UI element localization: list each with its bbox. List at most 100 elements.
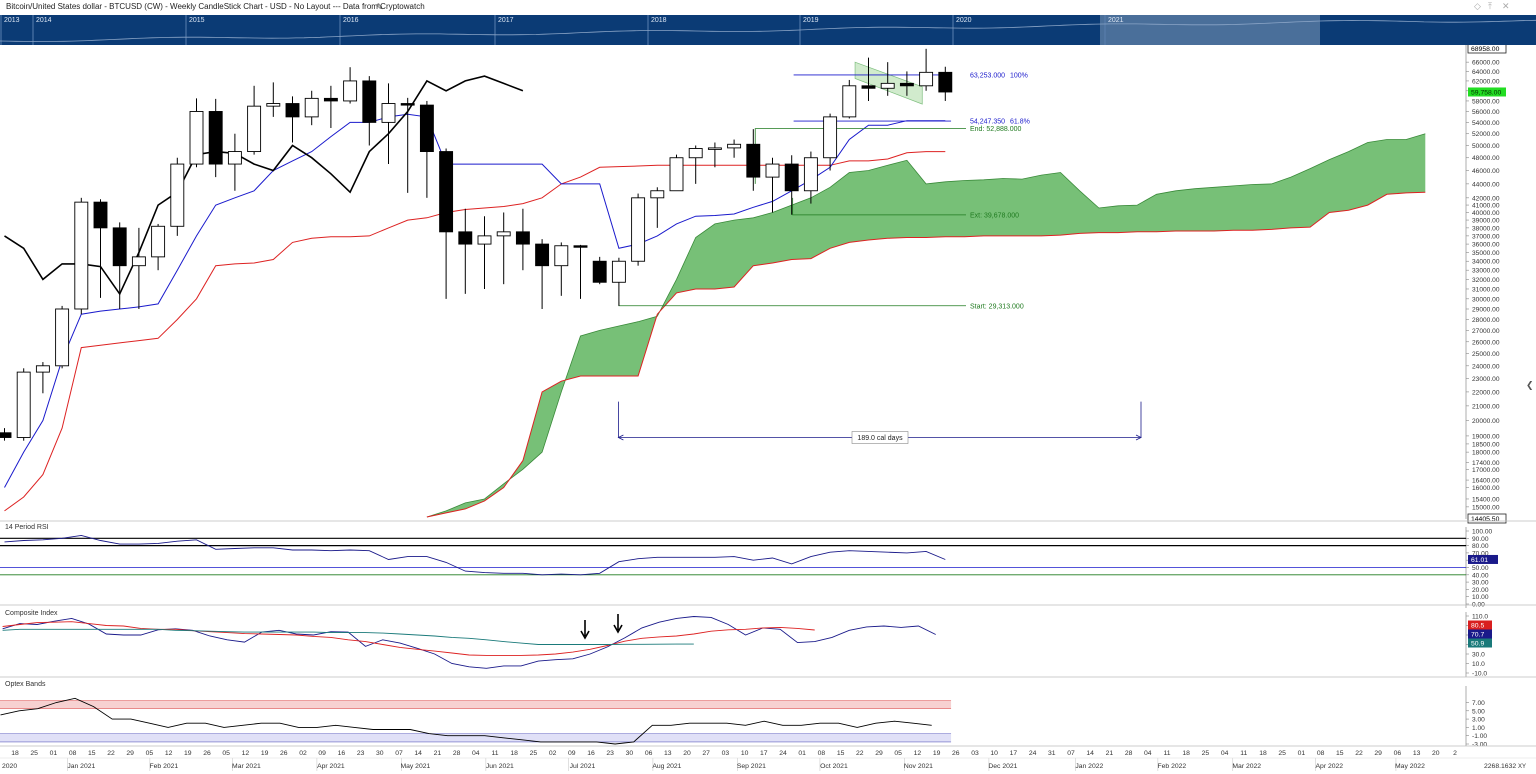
price-tick-label: 52000.00 <box>1472 131 1500 138</box>
candle[interactable] <box>0 428 12 441</box>
diamond-icon[interactable]: ◇ <box>1474 1 1481 12</box>
price-axis: 66000.0064000.0062000.0060000.0058000.00… <box>1465 45 1507 524</box>
candle[interactable] <box>631 193 646 266</box>
candle[interactable] <box>304 90 319 126</box>
navigator-year-label: 2019 <box>803 17 819 24</box>
candle[interactable] <box>650 187 665 228</box>
date-axis-week-label: 02 <box>299 750 307 757</box>
candle[interactable] <box>439 148 454 299</box>
date-axis-week-label: 04 <box>1221 750 1229 757</box>
candle[interactable] <box>419 100 434 198</box>
candle[interactable] <box>189 98 204 168</box>
date-axis-week-label: 22 <box>856 750 864 757</box>
candle[interactable] <box>227 133 242 191</box>
date-axis-week-label: 26 <box>203 750 211 757</box>
xy-toggle-icon[interactable]: XY <box>1518 764 1526 770</box>
projection-start-line[interactable] <box>618 301 966 307</box>
price-tick-label: 24000.00 <box>1472 363 1500 370</box>
navigator-year-label: 2021 <box>1108 17 1124 24</box>
candle-body-up <box>227 151 242 165</box>
candle-body-up <box>803 157 818 192</box>
pencil-icon[interactable]: ✎ <box>376 2 384 13</box>
candle[interactable] <box>170 157 185 236</box>
candle[interactable] <box>554 242 569 296</box>
date-axis-month-label: 2020 <box>2 763 17 770</box>
candle[interactable] <box>477 216 492 289</box>
date-axis-week-label: 07 <box>395 750 403 757</box>
candle[interactable] <box>938 66 953 101</box>
candle[interactable] <box>362 76 377 146</box>
navigator-year-label: 2020 <box>956 17 972 24</box>
pane-tick-label: 7.00 <box>1472 700 1485 707</box>
candle-body-up <box>343 80 358 102</box>
chart-area[interactable]: 63,253.000 100% 54,247.350 61.8% Start: 29,3… <box>0 45 1536 774</box>
date-axis-week-label: 13 <box>664 750 672 757</box>
price-tick-label: 28000.00 <box>1472 317 1500 324</box>
candle-body-up <box>727 143 742 149</box>
close-icon[interactable]: ✕ <box>1502 1 1510 12</box>
candle[interactable] <box>74 197 89 315</box>
pin-icon[interactable]: ⤒ <box>1488 1 1492 12</box>
composite-value-label: 80.5 <box>1471 623 1484 630</box>
date-axis-week-label: 08 <box>1317 750 1325 757</box>
candle[interactable] <box>823 113 838 171</box>
candle-body-up <box>151 225 166 258</box>
candle[interactable] <box>35 362 50 394</box>
candle[interactable] <box>535 239 550 309</box>
candle[interactable] <box>343 67 358 104</box>
date-axis-corner-value: 2268.1632 <box>1484 763 1516 770</box>
price-tick-label: 46000.00 <box>1472 168 1500 175</box>
collapse-panel-icon[interactable]: ❮ <box>1526 380 1536 394</box>
down-arrow-annotation[interactable] <box>613 614 623 634</box>
date-axis-month-label: Sep 2021 <box>737 763 766 770</box>
price-tick-label: 17000.00 <box>1472 467 1500 474</box>
rsi-value-label: 61.01 <box>1471 557 1488 564</box>
candle[interactable] <box>381 83 396 165</box>
candle[interactable] <box>515 208 530 271</box>
candle[interactable] <box>688 145 703 184</box>
down-arrow-annotation[interactable] <box>580 620 590 640</box>
price-tick-label: 21000.00 <box>1472 403 1500 410</box>
candle[interactable] <box>611 257 626 306</box>
navigator-selection[interactable] <box>1100 15 1320 45</box>
candle-body-down <box>458 231 473 245</box>
price-tick-label: 38000.00 <box>1472 225 1500 232</box>
time-navigator[interactable]: 2013 2014 2015 2016 2017 2018 2019 2020 2021 <box>0 15 1536 45</box>
candle[interactable] <box>400 97 415 193</box>
candle-body-up <box>55 308 70 367</box>
candle[interactable] <box>496 212 511 285</box>
candle[interactable] <box>458 208 473 294</box>
candle[interactable] <box>151 223 166 271</box>
candle-body-up <box>919 71 934 87</box>
candle-body-up <box>131 256 146 267</box>
candle[interactable] <box>55 305 70 369</box>
candle[interactable] <box>323 85 338 129</box>
price-tick-label: 50000.00 <box>1472 143 1500 150</box>
candle[interactable] <box>765 157 780 213</box>
candle[interactable] <box>93 199 108 298</box>
candle[interactable] <box>208 98 223 178</box>
candle[interactable] <box>285 96 300 143</box>
candle[interactable] <box>707 142 722 168</box>
candle[interactable] <box>727 139 742 158</box>
candle[interactable] <box>746 129 761 191</box>
date-axis-month-label: Jun 2021 <box>486 763 514 770</box>
chart-title: Bitcoin/United States dollar - BTCUSD (C… <box>6 2 425 11</box>
navigator-year-label: 2016 <box>343 17 359 24</box>
candle[interactable] <box>592 256 607 285</box>
candle[interactable] <box>16 368 31 441</box>
candle-body-up <box>247 105 262 153</box>
price-tick-label: 32000.00 <box>1472 277 1500 284</box>
date-axis-week-label: 21 <box>1106 750 1114 757</box>
candle[interactable] <box>266 82 281 117</box>
candle[interactable] <box>247 85 262 155</box>
candle[interactable] <box>112 222 127 309</box>
candle-body-down <box>573 245 588 248</box>
date-axis-week-label: 05 <box>894 750 902 757</box>
candle[interactable] <box>669 154 684 192</box>
candle[interactable] <box>842 79 857 119</box>
candle[interactable] <box>919 48 934 91</box>
rsi-line <box>4 534 946 576</box>
date-axis-week-label: 16 <box>338 750 346 757</box>
candle[interactable] <box>573 244 588 299</box>
